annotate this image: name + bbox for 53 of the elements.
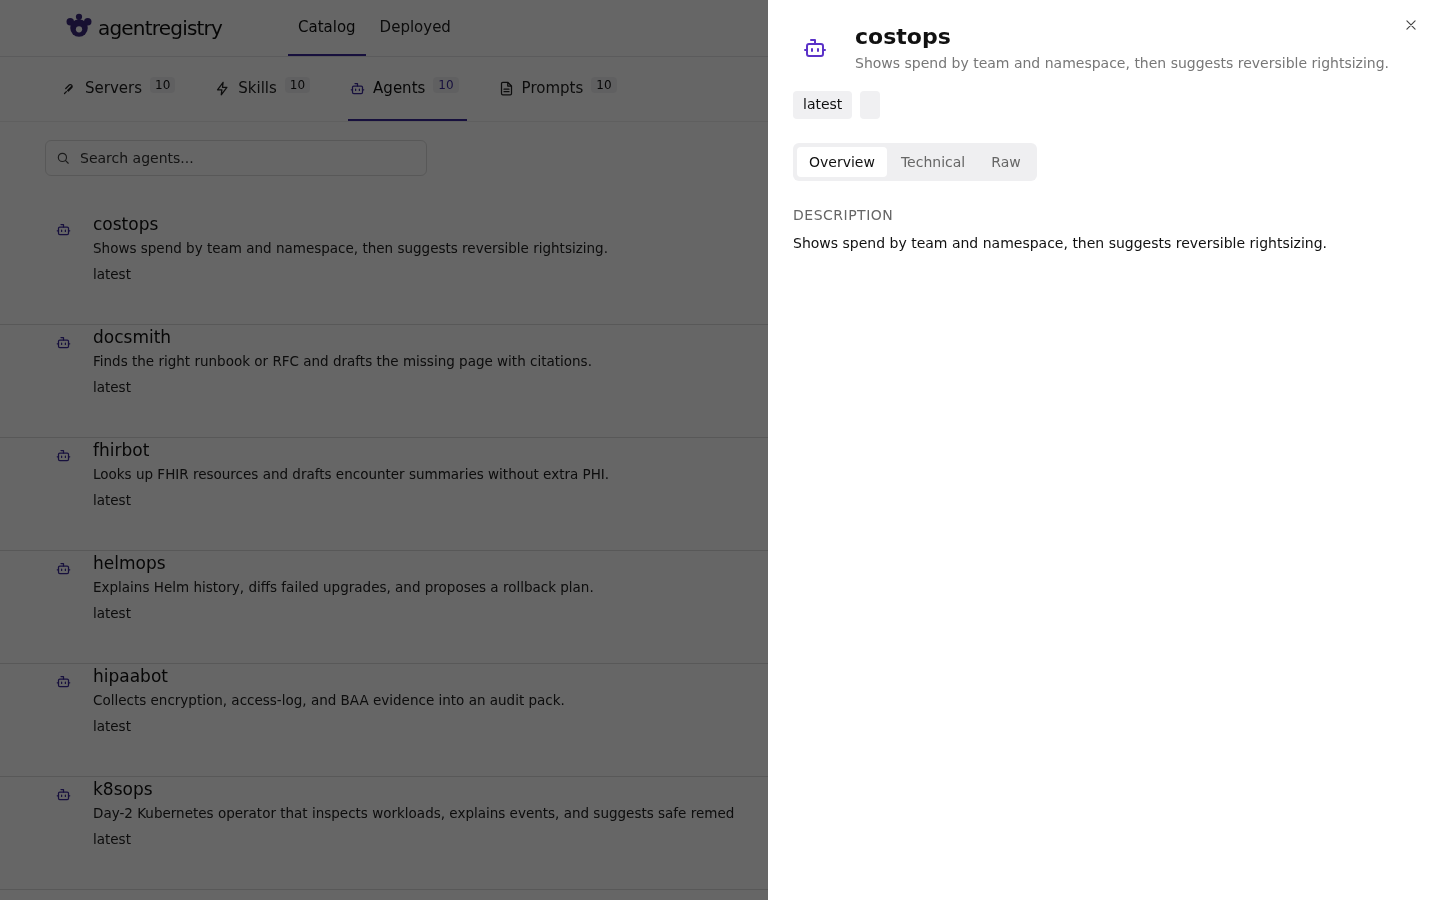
agent-description: Looks up FHIR resources and drafts encounter summaries without extra PHI. xyxy=(93,466,610,482)
robot-icon xyxy=(56,674,71,689)
panel-subtitle: Shows spend by team and namespace, then suggests reversible rightsizing. xyxy=(855,55,1390,71)
version-tag: latest xyxy=(793,91,853,119)
agent-description: Shows spend by team and namespace, then suggests reversible rightsizing. xyxy=(93,240,608,256)
tab-label: Agents xyxy=(373,79,426,97)
robot-icon xyxy=(56,561,71,576)
nav-tab[interactable]: Deployed xyxy=(369,0,461,56)
agent-name[interactable]: costops xyxy=(93,214,608,234)
description-text: Shows spend by team and namespace, then suggests reversible rightsizing. xyxy=(793,235,1329,251)
nav-tab[interactable]: Catalog xyxy=(288,0,366,56)
search-icon xyxy=(56,151,70,165)
document-icon xyxy=(498,80,514,96)
tab-label: Prompts xyxy=(521,79,584,97)
robot-icon xyxy=(56,335,71,350)
agent-name[interactable]: hipaabot xyxy=(93,666,565,686)
category-tab[interactable]: Servers 10 xyxy=(60,57,184,121)
version-label: latest xyxy=(93,379,132,395)
agent-name[interactable]: k8sops xyxy=(93,779,735,799)
count-badge: 10 xyxy=(591,77,617,93)
agent-name[interactable]: helmops xyxy=(93,553,594,573)
tab-label: Skills xyxy=(238,79,277,97)
robot-icon xyxy=(56,448,71,463)
agent-description: Explains Helm history, diffs failed upgrades, and proposes a rollback plan. xyxy=(93,579,594,595)
version-label: latest xyxy=(93,831,132,847)
count-badge: 10 xyxy=(433,77,459,93)
version-label: latest xyxy=(93,492,132,508)
version-label: latest xyxy=(93,718,132,734)
category-tab[interactable]: Prompts 10 xyxy=(496,57,625,121)
category-tab[interactable]: Agents 10 xyxy=(348,57,467,121)
version-label: latest xyxy=(93,266,132,282)
version-label: latest xyxy=(93,605,132,621)
tab[interactable]: Technical xyxy=(888,147,978,177)
tab-label: Servers xyxy=(85,79,142,97)
robot-icon xyxy=(56,787,71,802)
count-badge: 10 xyxy=(284,77,311,93)
close-icon xyxy=(1404,18,1418,32)
search-field[interactable]: Search agents... xyxy=(45,140,427,176)
agent-description: Collects encryption, access-log, and BAA evidence into an audit pack. xyxy=(93,692,565,708)
logo-text: agentregistry xyxy=(98,16,223,40)
tab[interactable]: Overview xyxy=(797,147,887,177)
agent-name[interactable]: fhirbot xyxy=(93,440,610,460)
tab[interactable]: Raw xyxy=(979,147,1033,177)
panel-title: costops xyxy=(855,24,952,49)
robot-icon xyxy=(803,36,827,60)
section-heading: DESCRIPTION xyxy=(793,207,895,223)
agent-description: Finds the right runbook or RFC and drafts the missing page with citations. xyxy=(93,353,592,369)
agent-description: Day-2 Kubernetes operator that inspects workloads, explains events, and suggests safe remed xyxy=(93,805,735,821)
count-badge: 10 xyxy=(150,77,176,93)
agent-name[interactable]: docsmith xyxy=(93,327,592,347)
category-tab[interactable]: Skills 10 xyxy=(213,57,319,121)
robot-icon xyxy=(350,80,366,96)
robot-icon xyxy=(56,222,71,237)
